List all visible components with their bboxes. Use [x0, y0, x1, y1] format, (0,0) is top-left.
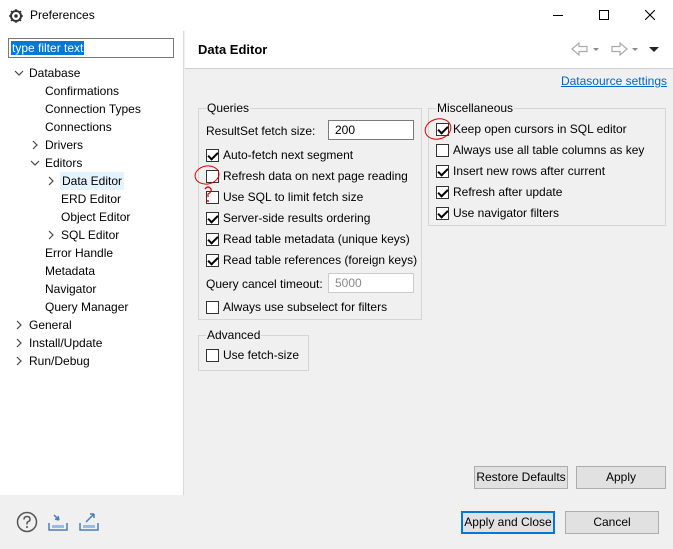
chevron-right-icon[interactable]	[46, 176, 56, 186]
chevron-right-icon[interactable]	[14, 338, 24, 348]
app-gear-icon	[9, 9, 23, 23]
datasource-settings-link[interactable]: Datasource settings	[561, 74, 667, 88]
apply-button[interactable]: Apply	[576, 466, 666, 489]
cancel-timeout-input[interactable]: 5000	[328, 273, 414, 293]
cancel-button[interactable]: Cancel	[565, 511, 659, 534]
close-button[interactable]	[627, 0, 673, 31]
window-title: Preferences	[30, 8, 95, 22]
filter-text: type filter text	[11, 41, 85, 55]
checkbox-box[interactable]	[206, 349, 219, 362]
miscellaneous-group: Miscellaneous Keep open cursors in SQL e…	[428, 101, 666, 226]
checkbox-box[interactable]	[206, 149, 219, 162]
tree-item-confirmations[interactable]: Confirmations	[45, 82, 119, 100]
miscellaneous-group-title: Miscellaneous	[436, 101, 515, 115]
checkbox-box[interactable]	[206, 191, 219, 204]
checkbox-box[interactable]	[436, 207, 449, 220]
minimize-button[interactable]	[535, 0, 581, 31]
back-arrow-icon[interactable]	[571, 41, 588, 57]
history-nav	[571, 41, 659, 57]
forward-dropdown-icon[interactable]	[632, 48, 638, 51]
chevron-right-icon[interactable]	[14, 320, 24, 330]
tree-item-navigator[interactable]: Navigator	[45, 280, 96, 298]
close-icon	[645, 10, 655, 20]
tree-item-error-handle[interactable]: Error Handle	[45, 244, 113, 262]
fetch-size-label: ResultSet fetch size:	[206, 124, 316, 138]
tree-item-connections[interactable]: Connections	[45, 118, 112, 136]
maximize-button[interactable]	[581, 0, 627, 31]
page-header: Data Editor	[185, 31, 673, 69]
advanced-group-title: Advanced	[206, 328, 262, 342]
chevron-down-icon[interactable]	[14, 68, 24, 78]
apply-and-close-button[interactable]: Apply and Close	[461, 511, 555, 534]
checkbox-box[interactable]	[206, 301, 219, 314]
page-title: Data Editor	[198, 42, 268, 57]
checkbox-box[interactable]	[436, 123, 449, 136]
chevron-right-icon[interactable]	[30, 140, 40, 150]
checkbox-box[interactable]	[206, 170, 219, 183]
forward-arrow-icon[interactable]	[611, 41, 628, 57]
checkbox-box[interactable]	[436, 144, 449, 157]
preferences-tree-pane: type filter text Database Confirmations …	[0, 31, 184, 495]
tree-item-erd-editor[interactable]: ERD Editor	[61, 190, 121, 208]
checkbox-box[interactable]	[206, 233, 219, 246]
chevron-right-icon[interactable]	[14, 356, 24, 366]
help-icon[interactable]	[16, 511, 38, 533]
checkbox-box[interactable]	[436, 165, 449, 178]
fetch-size-input[interactable]: 200	[328, 120, 414, 140]
cancel-timeout-label: Query cancel timeout:	[206, 277, 323, 291]
filter-input[interactable]: type filter text	[8, 38, 174, 58]
chevron-down-icon[interactable]	[30, 158, 40, 168]
view-menu-icon[interactable]	[649, 47, 659, 52]
export-preferences-icon[interactable]	[78, 511, 100, 533]
chevron-right-icon[interactable]	[46, 230, 56, 240]
restore-defaults-button[interactable]: Restore Defaults	[474, 466, 568, 489]
title-bar: Preferences	[0, 0, 673, 31]
checkbox-box[interactable]	[206, 212, 219, 225]
tree-item-object-editor[interactable]: Object Editor	[61, 208, 130, 226]
import-preferences-icon[interactable]	[47, 511, 69, 533]
minimize-icon	[553, 15, 563, 16]
dialog-button-bar: Apply and Close Cancel	[0, 495, 673, 549]
tree-item-metadata[interactable]: Metadata	[45, 262, 95, 280]
queries-group: Queries ResultSet fetch size: 200 Auto-f…	[198, 101, 422, 320]
preference-page: Data Editor Datasource settings Queries …	[185, 31, 673, 495]
back-dropdown-icon[interactable]	[593, 48, 599, 51]
checkbox-box[interactable]	[436, 186, 449, 199]
advanced-group: Advanced Use fetch-size	[198, 328, 309, 371]
maximize-icon	[599, 10, 609, 20]
tree-item-connection-types[interactable]: Connection Types	[45, 100, 141, 118]
queries-group-title: Queries	[206, 101, 251, 115]
checkbox-box[interactable]	[206, 254, 219, 267]
tree-item-query-manager[interactable]: Query Manager	[45, 298, 128, 316]
